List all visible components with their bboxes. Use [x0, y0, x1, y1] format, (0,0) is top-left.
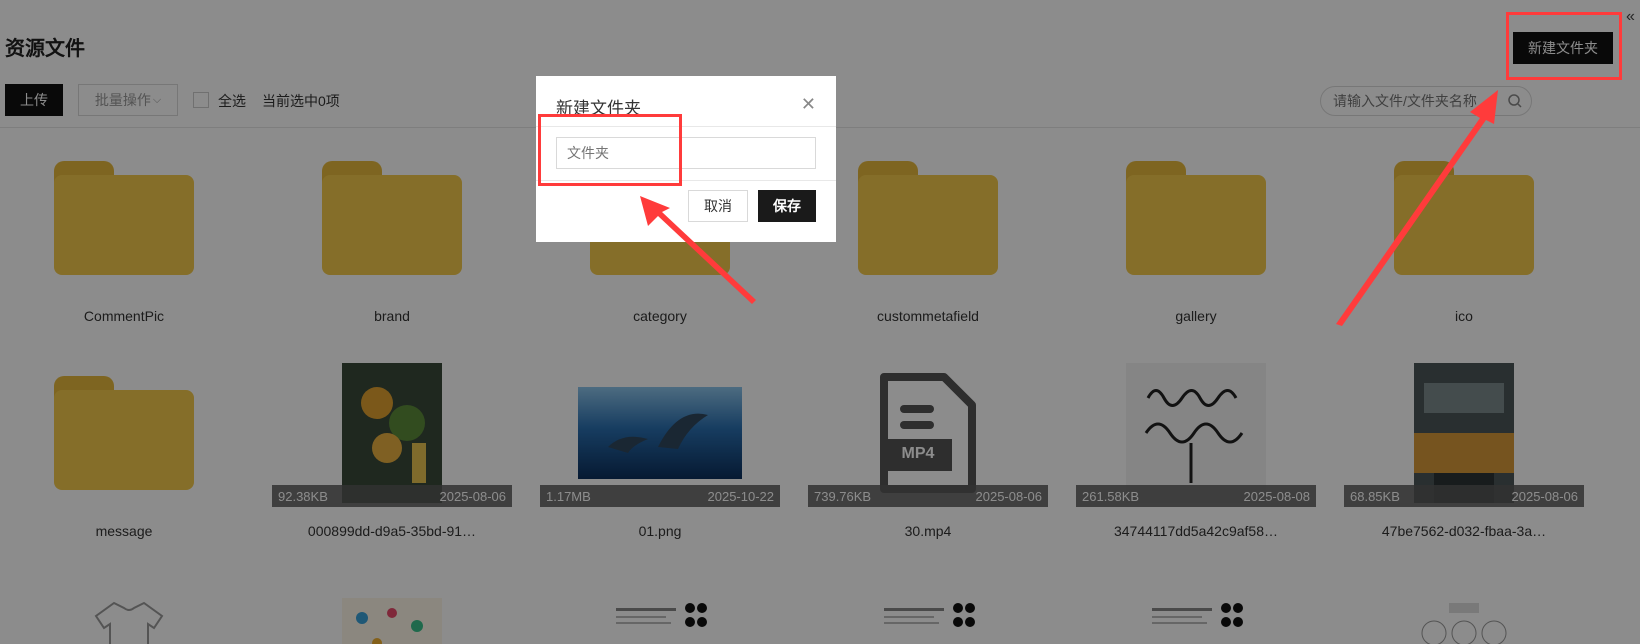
annotation-arrows [640, 90, 1498, 326]
arrow-to-new-folder-button [1336, 90, 1498, 326]
arrow-to-input [640, 196, 756, 304]
